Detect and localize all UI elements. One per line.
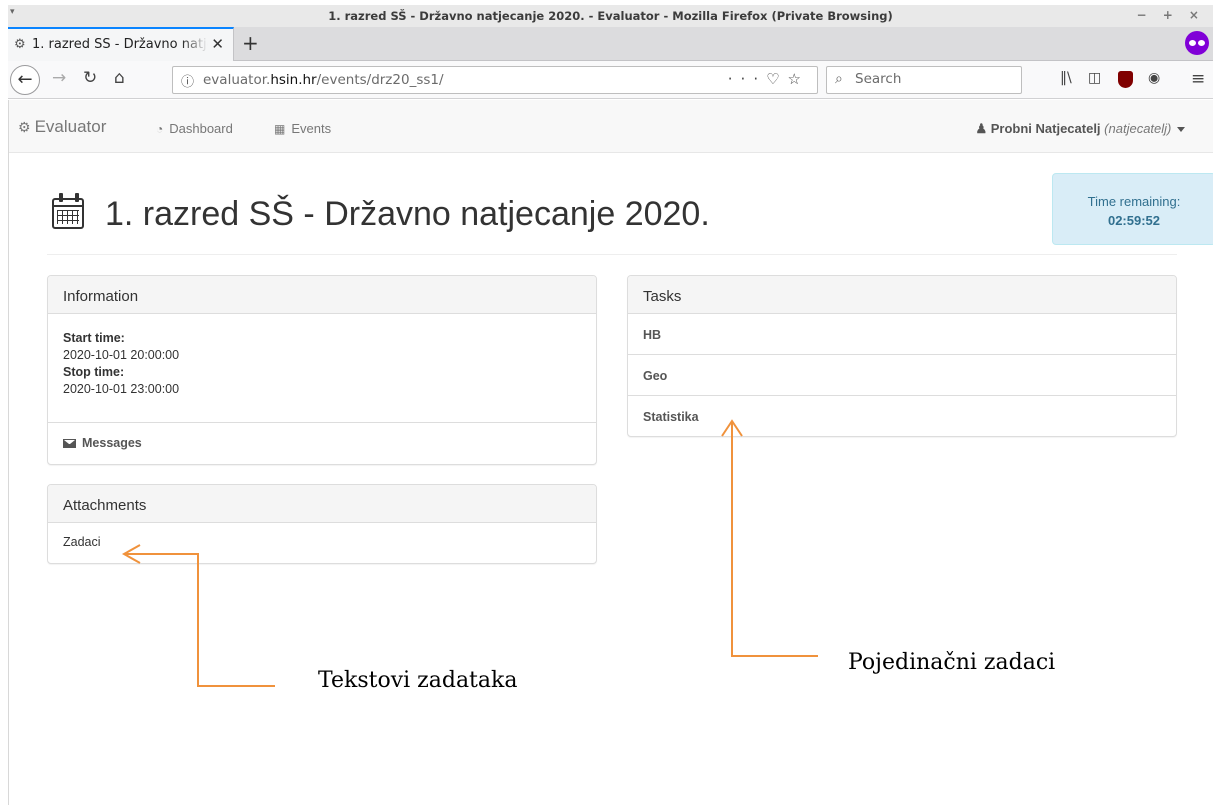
page-actions-menu-icon[interactable]: ··· <box>728 70 766 88</box>
time-remaining-value: 02:59:52 <box>1107 213 1161 228</box>
address-bar[interactable]: ⓘ evaluator.hsin.hr/events/drz20_ss1/ ··… <box>172 66 818 94</box>
page-header: 1. razred SŠ - Državno natjecanje 2020. … <box>47 153 1213 255</box>
browser-toolbar: ← → ↻ ⌂ ⓘ evaluator.hsin.hr/events/drz20… <box>8 61 1213 99</box>
annotation-tasks-note: Pojedinačni zadaci <box>848 650 1056 675</box>
forward-arrow-icon[interactable]: → <box>52 68 66 88</box>
new-tab-icon[interactable]: + <box>242 31 259 55</box>
page-title: 1. razred SŠ - Državno natjecanje 2020. <box>105 195 710 233</box>
search-icon: ⌕ <box>835 71 843 87</box>
window-controls[interactable]: − + × <box>1136 8 1205 22</box>
brand-link[interactable]: ⚙ Evaluator <box>18 117 106 137</box>
extension-icon[interactable]: ◉ <box>1148 70 1160 86</box>
calendar-icon <box>52 198 84 229</box>
sidebar-icon[interactable]: ◫ <box>1088 70 1101 86</box>
app-navbar: ⚙ Evaluator ◔ Dashboard ▦ Events ♟ Probni N… <box>8 100 1213 153</box>
window-titlebar: ▾ 1. razred SŠ - Državno natjecanje 2020… <box>8 5 1213 27</box>
tasks-panel: Tasks HB Geo Statistika <box>627 275 1177 437</box>
nav-events[interactable]: ▦ Events <box>274 121 331 136</box>
annotation-texts-note: Tekstovi zadataka <box>318 668 518 693</box>
private-browsing-icon <box>1185 31 1209 55</box>
cogs-icon: ⚙ <box>14 37 26 52</box>
messages-link[interactable]: Messages <box>48 423 596 463</box>
search-input[interactable] <box>855 71 1015 87</box>
attachment-link[interactable]: Zadaci <box>48 523 596 561</box>
time-remaining-label: Time remaining: <box>1087 194 1181 209</box>
calendar-icon: ▦ <box>274 122 286 136</box>
url-text[interactable]: evaluator.hsin.hr/events/drz20_ss1/ <box>203 72 444 88</box>
window-title: 1. razred SŠ - Državno natjecanje 2020. … <box>328 9 893 23</box>
page-content: 1. razred SŠ - Državno natjecanje 2020. … <box>8 153 1213 805</box>
information-heading: Information <box>48 276 596 314</box>
task-link[interactable]: HB <box>628 314 1176 355</box>
information-body: Start time: 2020-10-01 20:00:00 Stop tim… <box>48 314 596 423</box>
task-link[interactable]: Statistika <box>628 396 1176 437</box>
close-tab-icon[interactable]: ✕ <box>211 35 224 53</box>
tab-title: 1. razred SŠ - Državno natjecanje 2020. … <box>32 37 208 52</box>
tasks-heading: Tasks <box>628 276 1176 314</box>
start-time-value: 2020-10-01 20:00:00 <box>63 348 180 362</box>
ublock-origin-icon[interactable] <box>1118 71 1133 88</box>
stop-time-value: 2020-10-01 23:00:00 <box>63 382 180 396</box>
site-info-icon[interactable]: ⓘ <box>181 71 194 90</box>
page-actions: ···♡☆ <box>728 70 809 88</box>
back-arrow-icon[interactable]: ← <box>10 65 40 95</box>
home-icon[interactable]: ⌂ <box>114 68 125 88</box>
attachments-panel: Attachments Zadaci <box>47 484 597 564</box>
user-icon: ♟ <box>975 121 988 136</box>
time-remaining-box: Time remaining: 02:59:52 <box>1052 173 1213 245</box>
library-icon[interactable]: ‖\ <box>1060 70 1072 86</box>
tab-strip: ⚙ 1. razred SŠ - Državno natjecanje 2020… <box>8 27 1213 61</box>
cogs-icon: ⚙ <box>18 119 31 135</box>
caret-down-icon <box>1177 127 1185 133</box>
start-time-label: Start time: <box>63 331 125 345</box>
reload-icon[interactable]: ↻ <box>83 68 97 88</box>
dashboard-icon: ◔ <box>156 122 164 136</box>
search-bar[interactable]: ⌕ <box>826 66 1022 94</box>
bookmark-star-icon[interactable]: ☆ <box>788 70 809 88</box>
nav-dashboard[interactable]: ◔ Dashboard <box>156 121 233 136</box>
information-panel: Information Start time: 2020-10-01 20:00… <box>47 275 597 465</box>
envelope-icon <box>63 439 76 449</box>
pocket-icon[interactable]: ♡ <box>766 70 787 88</box>
user-menu[interactable]: ♟ Probni Natjecatelj (natjecatelj) <box>975 121 1185 137</box>
hamburger-menu-icon[interactable]: ≡ <box>1191 69 1205 89</box>
browser-tab-active[interactable]: ⚙ 1. razred SŠ - Državno natjecanje 2020… <box>8 27 234 61</box>
attachments-heading: Attachments <box>48 485 596 523</box>
stop-time-label: Stop time: <box>63 365 125 379</box>
task-link[interactable]: Geo <box>628 355 1176 396</box>
